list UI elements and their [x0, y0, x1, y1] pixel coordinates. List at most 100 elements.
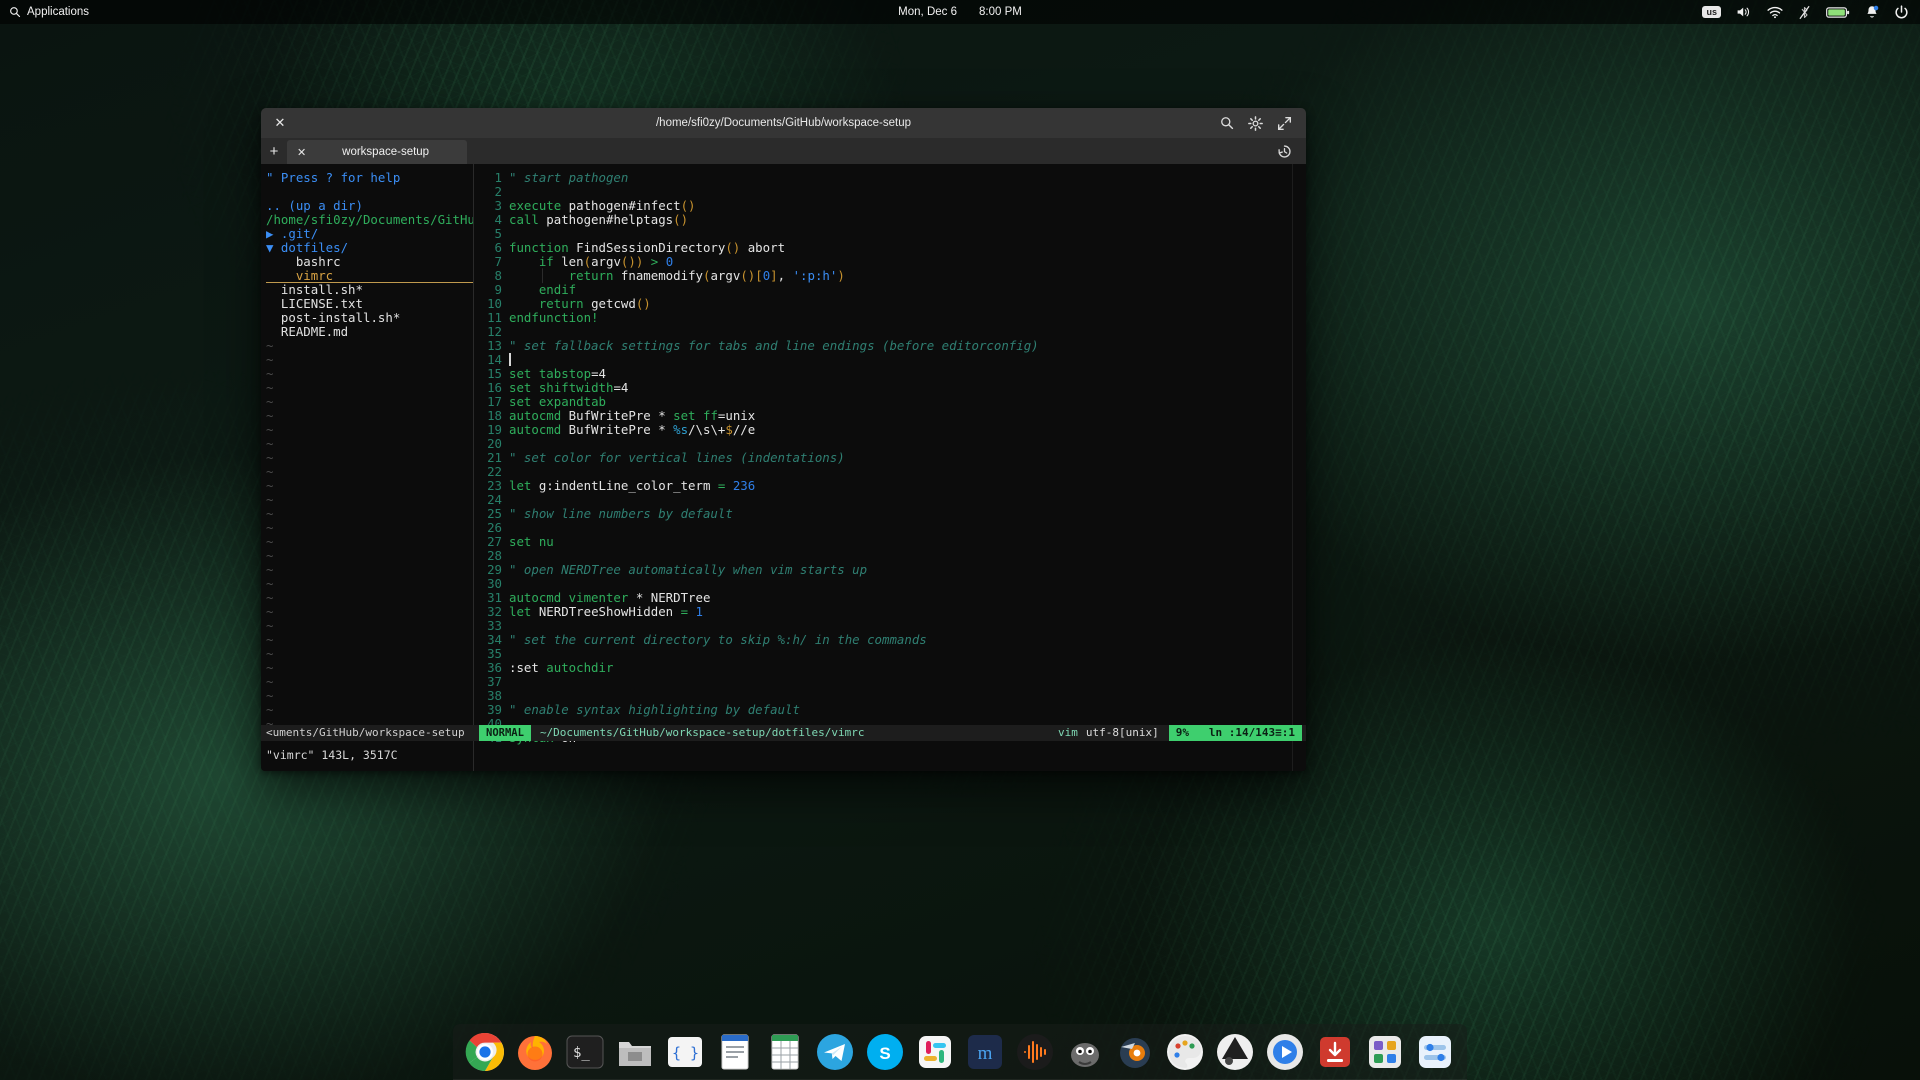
search-icon: [9, 6, 21, 18]
window-titlebar: ✕ /home/sfi0zy/Documents/GitHub/workspac…: [261, 108, 1306, 138]
dock-item-downloader[interactable]: [1313, 1030, 1357, 1074]
dock-item-audacity[interactable]: [1013, 1030, 1057, 1074]
dock-item-google-chrome[interactable]: [463, 1030, 507, 1074]
nerdtree-entry[interactable]: ▶ .git/: [266, 227, 473, 241]
code-line: 30: [474, 577, 1306, 591]
nerdtree-empty-line: ~: [266, 338, 274, 353]
nerdtree-empty-line: ~: [266, 534, 274, 549]
dock-item-inkscape[interactable]: [1213, 1030, 1257, 1074]
code-text: autocmd BufWritePre * set ff=unix: [509, 409, 755, 423]
nerdtree-entry[interactable]: ▼ dotfiles/: [266, 241, 473, 255]
nerdtree-entry[interactable]: README.md: [266, 325, 473, 339]
nerdtree-entry[interactable]: LICENSE.txt: [266, 297, 473, 311]
dock-item-skype[interactable]: S: [863, 1030, 907, 1074]
dock-item-software-center[interactable]: [1363, 1030, 1407, 1074]
code-token: \s\+: [695, 422, 726, 437]
dock-item-musescore[interactable]: m: [963, 1030, 1007, 1074]
vim-editor[interactable]: " Press ? for help .. (up a dir) /home/s…: [261, 164, 1306, 771]
dock-item-firefox[interactable]: [513, 1030, 557, 1074]
code-text: " start pathogen: [509, 171, 628, 185]
dock-item-slack[interactable]: [913, 1030, 957, 1074]
dock-item-code-editor[interactable]: { }: [663, 1030, 707, 1074]
code-token: argv: [591, 254, 621, 269]
window-close-button[interactable]: ✕: [267, 108, 293, 138]
code-buffer[interactable]: 1 " start pathogen 2 3 execute pathogen#infe…: [474, 164, 1306, 771]
code-token: BufWritePre: [561, 408, 659, 423]
code-token: " show line numbers by default: [509, 506, 733, 521]
code-line: 26: [474, 521, 1306, 535]
code-token: NERDTree: [643, 590, 711, 605]
code-text: endif: [509, 283, 576, 297]
datetime-indicator[interactable]: Mon, Dec 6 8:00 PM: [898, 6, 1022, 18]
line-number: 24: [487, 492, 502, 507]
code-token: set: [509, 366, 532, 381]
code-token: tabstop: [531, 366, 592, 381]
nerdtree-empty-line: ~: [266, 422, 274, 437]
dock-item-files[interactable]: [613, 1030, 657, 1074]
nerdtree-root-path: /home/sfi0zy/Documents/GitHub/w: [266, 212, 473, 227]
code-line: 37: [474, 675, 1306, 689]
code-token: (): [635, 296, 651, 311]
dock-item-terminal[interactable]: $_: [563, 1030, 607, 1074]
dock-item-blender[interactable]: [1113, 1030, 1157, 1074]
nerdtree-entry-label: vimrc: [295, 268, 334, 283]
gear-icon[interactable]: [1248, 115, 1263, 131]
power-icon[interactable]: [1894, 4, 1909, 20]
nerdtree-entry-label: .git/: [280, 226, 319, 241]
code-token: getcwd: [583, 296, 636, 311]
vim-line-position: ln :14/143≡:1: [1208, 726, 1295, 739]
wifi-icon[interactable]: [1767, 6, 1783, 19]
code-token: endif: [538, 282, 577, 297]
terminal-icon: $_: [566, 1035, 604, 1069]
software-center-icon: [1369, 1036, 1401, 1068]
files-icon: [619, 1042, 651, 1066]
code-text: return getcwd(): [509, 297, 651, 311]
nerdtree-up-a-dir[interactable]: .. (up a dir): [266, 199, 473, 213]
nerdtree-empty-line: ~: [266, 408, 274, 423]
volume-icon[interactable]: [1736, 5, 1752, 19]
terminal-tab[interactable]: ✕ workspace-setup: [287, 140, 467, 164]
nerdtree-entry[interactable]: post-install.sh*: [266, 311, 473, 325]
nerdtree-empty-line: ~: [266, 394, 274, 409]
code-token: ()[: [740, 268, 763, 283]
code-token: return: [568, 268, 614, 283]
dock-item-settings[interactable]: [1413, 1030, 1457, 1074]
google-chrome-icon: [465, 1032, 504, 1072]
terminal-window[interactable]: ✕ /home/sfi0zy/Documents/GitHub/workspac…: [261, 108, 1306, 771]
dock-item-telegram[interactable]: [813, 1030, 857, 1074]
bluetooth-disabled-icon[interactable]: [1798, 5, 1811, 20]
nerdtree-entry[interactable]: install.sh*: [266, 283, 473, 297]
line-number: 12: [487, 324, 502, 339]
nerdtree-empty-line: ~: [266, 548, 274, 563]
dock-item-shotcut[interactable]: [1263, 1030, 1307, 1074]
vim-editor-label: vim: [1058, 726, 1078, 739]
new-tab-button[interactable]: +: [261, 138, 287, 164]
nerdtree-panel[interactable]: " Press ? for help .. (up a dir) /home/s…: [261, 164, 473, 771]
keyboard-layout-indicator[interactable]: us: [1702, 6, 1721, 18]
dock-item-calc[interactable]: [763, 1030, 807, 1074]
history-icon[interactable]: [1277, 138, 1306, 164]
nerdtree-entry[interactable]: vimrc: [266, 269, 473, 283]
code-line: 6 function FindSessionDirectory() abort: [474, 241, 1306, 255]
dock-item-krita[interactable]: [1163, 1030, 1207, 1074]
nerdtree-entry-label: install.sh*: [280, 282, 363, 297]
code-token: (): [673, 212, 689, 227]
line-number: 7: [494, 254, 502, 269]
battery-full-icon[interactable]: [1826, 6, 1850, 19]
code-line: 7 if len(argv()) > 0: [474, 255, 1306, 269]
nerdtree-entry[interactable]: bashrc: [266, 255, 473, 269]
notifications-icon[interactable]: [1865, 5, 1879, 20]
search-icon[interactable]: [1220, 116, 1234, 130]
nerdtree-empty-line: ~: [266, 576, 274, 591]
code-text: endfunction!: [509, 311, 599, 325]
code-token: =: [591, 366, 599, 381]
code-token: argv: [710, 268, 741, 283]
line-number: 21: [487, 450, 502, 465]
tab-close-icon[interactable]: ✕: [297, 146, 306, 159]
applications-menu-button[interactable]: Applications: [9, 6, 89, 18]
dock-item-writer[interactable]: [713, 1030, 757, 1074]
expand-icon[interactable]: [1277, 116, 1292, 131]
dock-item-gimp[interactable]: [1063, 1030, 1107, 1074]
line-number: 18: [487, 408, 502, 423]
code-line: 27 set nu: [474, 535, 1306, 549]
